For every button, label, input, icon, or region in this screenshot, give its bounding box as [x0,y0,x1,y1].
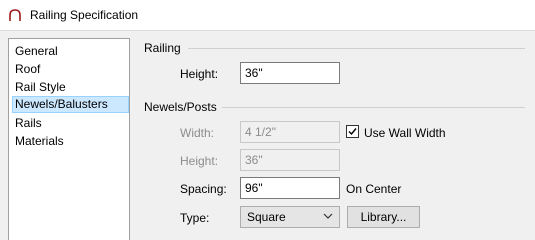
title-bar: Railing Specification [0,0,535,31]
use-wall-width-checkbox[interactable] [346,125,359,138]
checkmark-icon [348,128,357,136]
sidebar-item-materials[interactable]: Materials [13,133,66,150]
sidebar-item-general[interactable]: General [13,43,60,60]
newels-group-title: Newels/Posts [144,100,217,114]
type-select[interactable]: Square [240,206,340,228]
library-button[interactable]: Library... [347,206,420,228]
railing-height-label: Height: [180,67,219,81]
spacing-label: Spacing: [180,182,227,196]
window-title: Railing Specification [30,8,139,22]
type-select-value: Square [247,210,286,224]
newel-height-label: Height: [180,154,219,168]
spacing-field[interactable]: 96" [240,177,340,199]
railing-group-title: Railing [144,41,181,55]
newel-height-field[interactable]: 36" [240,149,340,171]
newel-width-label: Width: [180,126,215,140]
app-icon [9,9,21,21]
sidebar-item-newels-balusters[interactable]: Newels/Balusters [12,96,129,113]
newel-width-field[interactable]: 4 1/2" [240,121,340,143]
on-center-label: On Center [346,182,402,196]
sidebar-item-rail-style[interactable]: Rail Style [13,79,68,96]
railing-height-field[interactable]: 36" [240,62,340,84]
type-label: Type: [180,211,210,225]
railing-group-divider [188,48,525,49]
use-wall-width-label[interactable]: Use Wall Width [364,126,446,140]
chevron-down-icon [323,213,333,219]
newels-group-divider [222,107,525,108]
sidebar-item-roof[interactable]: Roof [13,61,42,78]
sidebar-item-rails[interactable]: Rails [13,115,44,132]
category-list[interactable]: General Roof Rail Style Newels/Balusters… [8,38,130,240]
